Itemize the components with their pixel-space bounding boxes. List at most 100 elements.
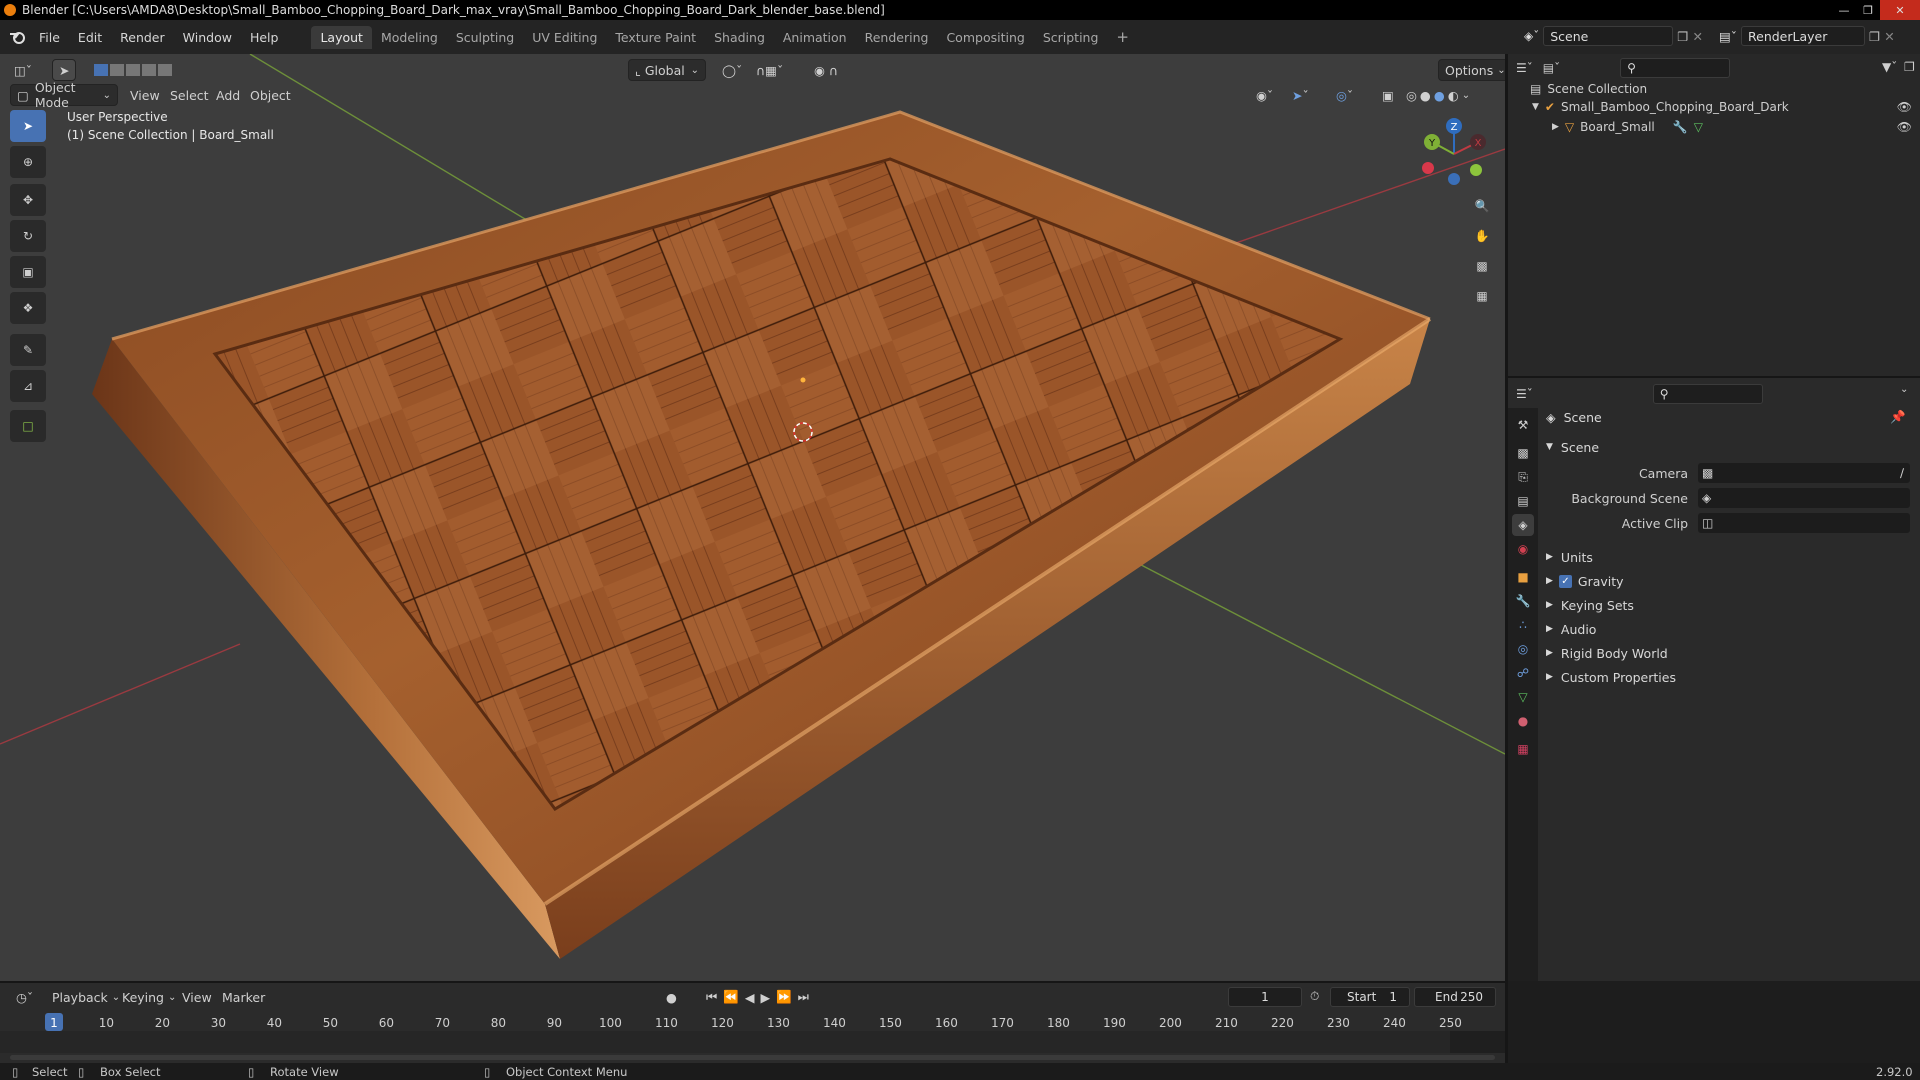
tab-uv-editing[interactable]: UV Editing xyxy=(523,26,606,49)
new-view-layer-icon[interactable]: ❐ xyxy=(1869,29,1880,44)
visibility-eye-icon[interactable]: 👁 xyxy=(1897,120,1912,134)
overlays-icon[interactable]: ◎ ˇ xyxy=(1330,84,1359,106)
3d-viewport[interactable]: ◫ˇ ➤ ⌞ Global ⌄ ◯ˇ ∩▦ˇ ◉ ∩ Options ⌄ ▢ O… xyxy=(0,54,1505,981)
viewport-menu-add[interactable]: Add xyxy=(210,84,246,106)
select-mode-icon[interactable]: ➤ xyxy=(52,59,76,81)
select-tool-icon[interactable]: ➤ xyxy=(10,110,46,142)
tab-scripting[interactable]: Scripting xyxy=(1034,26,1108,49)
measure-tool-icon[interactable]: ⊿ xyxy=(10,370,46,402)
outliner-row-collection[interactable]: ▼ ✔ Small_Bamboo_Chopping_Board_Dark 👁 xyxy=(1532,100,1912,114)
outliner-row-object[interactable]: ▶ ▽ Board_Small 🔧 ▽ 👁 xyxy=(1552,120,1912,134)
tab-sculpting[interactable]: Sculpting xyxy=(447,26,523,49)
pin-icon[interactable]: 📌 xyxy=(1890,409,1906,425)
menu-edit[interactable]: Edit xyxy=(69,30,111,45)
menu-window[interactable]: Window xyxy=(174,30,241,45)
new-collection-icon[interactable]: ❐ xyxy=(1904,60,1915,74)
proportional-edit-icon[interactable]: ◉ ∩ xyxy=(808,59,844,81)
move-tool-icon[interactable]: ✥ xyxy=(10,184,46,216)
mesh-data-icon[interactable]: ▽ xyxy=(1694,120,1703,134)
outliner-row-scene-collection[interactable]: ▤ Scene Collection xyxy=(1530,82,1647,96)
cursor-tool-icon[interactable]: ⊕ xyxy=(10,146,46,178)
constraints-tab-icon[interactable]: ☍ xyxy=(1512,662,1534,684)
visibility-icon[interactable]: ◉ˇ xyxy=(1250,84,1279,106)
viewport-scene[interactable] xyxy=(0,54,1505,981)
tab-modeling[interactable]: Modeling xyxy=(372,26,447,49)
expand-right-icon[interactable]: ▶ xyxy=(1552,122,1559,132)
navigation-gizmo[interactable]: Z Y X xyxy=(1418,114,1496,192)
gizmo-y-neg-icon[interactable] xyxy=(1470,164,1482,176)
blender-menu-icon[interactable] xyxy=(4,30,30,44)
material-shading-icon[interactable]: ● xyxy=(1434,88,1445,103)
panel-custom-properties[interactable]: ▶ Custom Properties xyxy=(1546,666,1676,688)
pivot-point-icon[interactable]: ◯ˇ xyxy=(716,59,748,81)
outliner-search-input[interactable]: ⚲ xyxy=(1620,58,1731,78)
texture-tab-icon[interactable]: ▦ xyxy=(1512,738,1534,760)
gizmo-z-neg-icon[interactable] xyxy=(1448,173,1460,185)
modifier-tab-icon[interactable]: 🔧 xyxy=(1512,590,1534,612)
menu-render[interactable]: Render xyxy=(111,30,174,45)
filter-icon[interactable]: ▼ˇ xyxy=(1882,60,1897,74)
new-scene-icon[interactable]: ❐ xyxy=(1677,29,1688,44)
add-workspace-icon[interactable]: + xyxy=(1107,24,1138,50)
panel-audio[interactable]: ▶ Audio xyxy=(1546,618,1596,640)
panel-gravity[interactable]: ▶ ✓ Gravity xyxy=(1546,570,1624,592)
close-icon[interactable]: ✕ xyxy=(1880,0,1920,20)
tab-rendering[interactable]: Rendering xyxy=(856,26,938,49)
tab-shading[interactable]: Shading xyxy=(705,26,774,49)
chevron-down-icon[interactable]: ⌄ xyxy=(1900,384,1908,395)
particles-tab-icon[interactable]: ∴ xyxy=(1512,614,1534,636)
panel-rigid-body-world[interactable]: ▶ Rigid Body World xyxy=(1546,642,1668,664)
shading-modes[interactable]: ◎ ● ● ◐ ⌄ xyxy=(1400,84,1476,106)
timeline-scrollbar[interactable] xyxy=(10,1055,1495,1060)
extend-selection-icon[interactable] xyxy=(110,64,124,76)
material-tab-icon[interactable]: ● xyxy=(1512,710,1534,732)
transform-tool-icon[interactable]: ❖ xyxy=(10,292,46,324)
physics-tab-icon[interactable]: ◎ xyxy=(1512,638,1534,660)
xray-icon[interactable]: ▣ xyxy=(1376,84,1400,106)
active-clip-field[interactable]: ◫ xyxy=(1698,513,1910,533)
outliner-editor-type-icon[interactable]: ☰ˇ xyxy=(1516,61,1533,75)
tab-layout[interactable]: Layout xyxy=(311,25,372,49)
object-tab-icon[interactable]: ■ xyxy=(1512,566,1534,588)
panel-units[interactable]: ▶ Units xyxy=(1546,546,1593,568)
properties-editor-type-icon[interactable]: ☰ˇ xyxy=(1516,387,1533,401)
view-layer-icon[interactable]: ▤ˇ xyxy=(1719,29,1737,44)
annotate-tool-icon[interactable]: ✎ xyxy=(10,334,46,366)
render-tab-icon[interactable]: ▩ xyxy=(1512,442,1534,464)
set-new-selection-icon[interactable] xyxy=(94,64,108,76)
remove-scene-icon[interactable]: ✕ xyxy=(1692,29,1702,44)
zoom-icon[interactable]: 🔍 xyxy=(1468,192,1496,220)
invert-selection-icon[interactable] xyxy=(142,64,156,76)
pan-hand-icon[interactable]: ✋ xyxy=(1468,222,1496,250)
background-scene-field[interactable]: ◈ xyxy=(1698,488,1910,508)
snap-icon[interactable]: ∩▦ˇ xyxy=(750,59,789,81)
intersect-selection-icon[interactable] xyxy=(158,64,172,76)
panel-keying-sets[interactable]: ▶ Keying Sets xyxy=(1546,594,1634,616)
maximize-icon[interactable]: ❐ xyxy=(1856,0,1880,20)
options-dropdown[interactable]: Options ⌄ xyxy=(1438,59,1505,81)
data-tab-icon[interactable]: ▽ xyxy=(1512,686,1534,708)
scene-selector[interactable]: Scene xyxy=(1543,26,1674,46)
panel-scene-header[interactable]: ▼ Scene xyxy=(1546,436,1599,458)
tab-animation[interactable]: Animation xyxy=(774,26,856,49)
add-cube-tool-icon[interactable]: □ xyxy=(10,410,46,442)
menu-help[interactable]: Help xyxy=(241,30,288,45)
rotate-tool-icon[interactable]: ↻ xyxy=(10,220,46,252)
tool-tab-icon[interactable]: ⚒ xyxy=(1512,414,1534,436)
gizmo-icon[interactable]: ➤ ˇ xyxy=(1286,84,1315,106)
camera-view-icon[interactable]: ▩ xyxy=(1468,252,1496,280)
scene-icon[interactable]: ◈ˇ xyxy=(1524,29,1539,43)
view-layer-selector[interactable]: RenderLayer xyxy=(1741,26,1865,46)
tab-compositing[interactable]: Compositing xyxy=(937,26,1033,49)
transform-orientation-dropdown[interactable]: ⌞ Global ⌄ xyxy=(628,59,706,81)
visibility-eye-icon[interactable]: 👁 xyxy=(1897,100,1912,114)
selection-modes[interactable] xyxy=(88,59,178,81)
properties-search-input[interactable]: ⚲ xyxy=(1652,384,1763,404)
viewport-menu-object[interactable]: Object xyxy=(244,84,297,106)
viewport-menu-select[interactable]: Select xyxy=(164,84,215,106)
eyedropper-icon[interactable]: ∕ xyxy=(1900,466,1904,480)
world-tab-icon[interactable]: ◉ xyxy=(1512,538,1534,560)
solid-shading-icon[interactable]: ● xyxy=(1420,88,1431,103)
viewport-menu-view[interactable]: View xyxy=(124,84,166,106)
ortho-grid-icon[interactable]: ▦ xyxy=(1468,282,1496,310)
